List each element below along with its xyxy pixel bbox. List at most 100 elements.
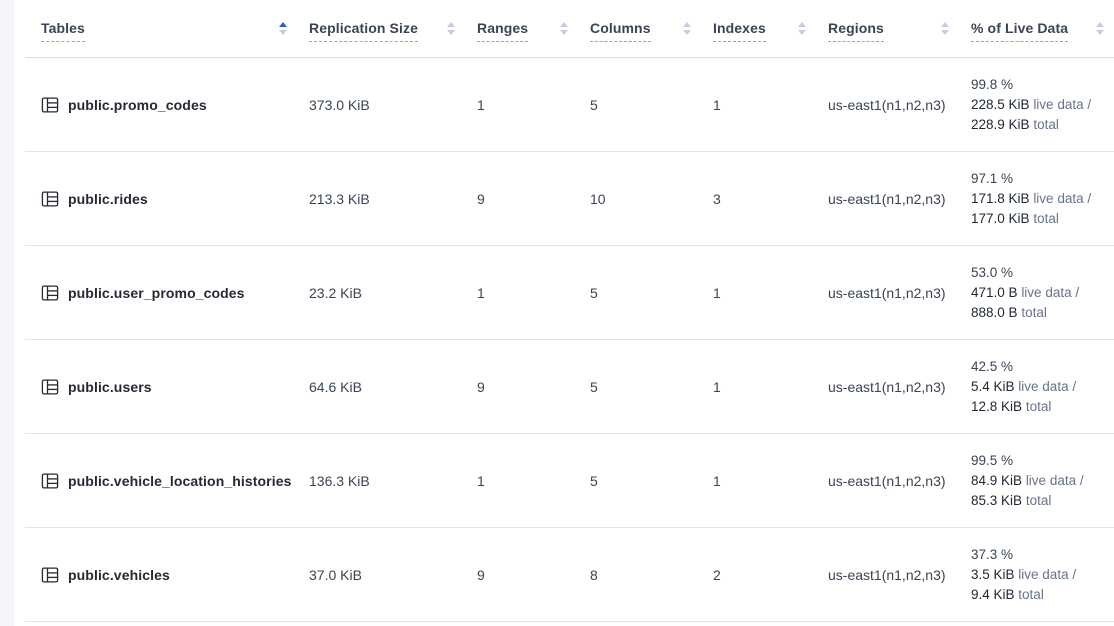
ranges-cell: 9 [465, 379, 578, 395]
table-row: public.vehicle_location_histories 136.3 … [25, 434, 1114, 528]
table-name-cell: public.user_promo_codes [25, 284, 297, 302]
regions-cell: us-east1(n1,n2,n3) [816, 97, 959, 113]
sort-desc-icon [1096, 30, 1104, 35]
live-data-cell: 37.3 % 3.5 KiB live data / 9.4 KiB total [959, 545, 1114, 605]
column-header-label: % of Live Data [971, 20, 1068, 42]
columns-cell: 8 [578, 567, 701, 583]
total-data-line: 9.4 KiB total [971, 585, 1108, 605]
indexes-cell: 3 [701, 191, 816, 207]
live-data-cell: 53.0 % 471.0 B live data / 888.0 B total [959, 263, 1114, 323]
column-header-tables[interactable]: Tables [25, 0, 297, 57]
sort-carets-icon[interactable] [560, 22, 568, 35]
column-header-label: Regions [828, 20, 884, 42]
ranges-cell: 9 [465, 567, 578, 583]
total-data-line: 177.0 KiB total [971, 209, 1108, 229]
table-row: public.promo_codes 373.0 KiB 1 5 1 us-ea… [25, 58, 1114, 152]
ranges-cell: 1 [465, 97, 578, 113]
sort-desc-icon [798, 30, 806, 35]
table-header-row: Tables Replication Size Ranges Columns I… [25, 0, 1114, 58]
table-grid-icon [41, 190, 59, 208]
sort-carets-icon[interactable] [941, 22, 949, 35]
regions-cell: us-east1(n1,n2,n3) [816, 379, 959, 395]
total-data-line: 12.8 KiB total [971, 397, 1108, 417]
table-name-link[interactable]: public.vehicles [68, 567, 170, 583]
sort-carets-icon[interactable] [798, 22, 806, 35]
indexes-cell: 1 [701, 379, 816, 395]
sort-asc-icon [447, 22, 455, 27]
column-header-columns[interactable]: Columns [578, 0, 701, 57]
table-name-cell: public.vehicles [25, 566, 297, 584]
table-grid-icon [41, 96, 59, 114]
sort-asc-icon [560, 22, 568, 27]
live-data-line: 228.5 KiB live data / [971, 95, 1108, 115]
table-grid-icon [41, 284, 59, 302]
live-data-percent: 97.1 % [971, 169, 1108, 189]
column-header-replication-size[interactable]: Replication Size [297, 0, 465, 57]
live-data-cell: 99.8 % 228.5 KiB live data / 228.9 KiB t… [959, 75, 1114, 135]
indexes-cell: 1 [701, 97, 816, 113]
total-data-line: 888.0 B total [971, 303, 1108, 323]
sort-asc-icon [798, 22, 806, 27]
page-left-gutter [0, 0, 14, 626]
sort-asc-icon [941, 22, 949, 27]
column-header-ranges[interactable]: Ranges [465, 0, 578, 57]
column-header-label: Replication Size [309, 20, 418, 42]
sort-asc-icon [279, 22, 287, 27]
regions-cell: us-east1(n1,n2,n3) [816, 191, 959, 207]
table-grid-icon [41, 472, 59, 490]
live-data-cell: 97.1 % 171.8 KiB live data / 177.0 KiB t… [959, 169, 1114, 229]
sort-carets-icon[interactable] [447, 22, 455, 35]
column-header-indexes[interactable]: Indexes [701, 0, 816, 57]
sort-asc-icon [1096, 22, 1104, 27]
total-data-line: 85.3 KiB total [971, 491, 1108, 511]
indexes-cell: 1 [701, 285, 816, 301]
column-header-live-data[interactable]: % of Live Data [959, 0, 1114, 57]
replication-size-cell: 23.2 KiB [297, 285, 465, 301]
table-name-cell: public.promo_codes [25, 96, 297, 114]
table-name-link[interactable]: public.vehicle_location_histories [68, 473, 291, 489]
replication-size-cell: 373.0 KiB [297, 97, 465, 113]
table-name-cell: public.users [25, 378, 297, 396]
indexes-cell: 1 [701, 473, 816, 489]
column-header-label: Ranges [477, 20, 528, 42]
sort-desc-icon [560, 30, 568, 35]
sort-asc-icon [683, 22, 691, 27]
live-data-cell: 99.5 % 84.9 KiB live data / 85.3 KiB tot… [959, 451, 1114, 511]
column-header-label: Tables [41, 20, 85, 42]
table-name-link[interactable]: public.users [68, 379, 152, 395]
sort-desc-icon [683, 30, 691, 35]
live-data-percent: 99.8 % [971, 75, 1108, 95]
ranges-cell: 1 [465, 473, 578, 489]
regions-cell: us-east1(n1,n2,n3) [816, 473, 959, 489]
live-data-cell: 42.5 % 5.4 KiB live data / 12.8 KiB tota… [959, 357, 1114, 417]
sort-desc-icon [447, 30, 455, 35]
table-row: public.vehicles 37.0 KiB 9 8 2 us-east1(… [25, 528, 1114, 622]
regions-cell: us-east1(n1,n2,n3) [816, 285, 959, 301]
replication-size-cell: 213.3 KiB [297, 191, 465, 207]
table-name-link[interactable]: public.promo_codes [68, 97, 207, 113]
replication-size-cell: 136.3 KiB [297, 473, 465, 489]
total-data-line: 228.9 KiB total [971, 115, 1108, 135]
regions-cell: us-east1(n1,n2,n3) [816, 567, 959, 583]
table-name-link[interactable]: public.rides [68, 191, 148, 207]
live-data-line: 171.8 KiB live data / [971, 189, 1108, 209]
column-header-label: Columns [590, 20, 651, 42]
columns-cell: 5 [578, 285, 701, 301]
table-name-cell: public.rides [25, 190, 297, 208]
table-row: public.users 64.6 KiB 9 5 1 us-east1(n1,… [25, 340, 1114, 434]
sort-carets-icon[interactable] [279, 22, 287, 35]
live-data-percent: 42.5 % [971, 357, 1108, 377]
table-grid-icon [41, 566, 59, 584]
table-body: public.promo_codes 373.0 KiB 1 5 1 us-ea… [14, 58, 1114, 622]
table-row: public.user_promo_codes 23.2 KiB 1 5 1 u… [25, 246, 1114, 340]
live-data-percent: 37.3 % [971, 545, 1108, 565]
live-data-percent: 53.0 % [971, 263, 1108, 283]
live-data-line: 3.5 KiB live data / [971, 565, 1108, 585]
table-name-cell: public.vehicle_location_histories [25, 472, 297, 490]
ranges-cell: 1 [465, 285, 578, 301]
sort-carets-icon[interactable] [683, 22, 691, 35]
table-name-link[interactable]: public.user_promo_codes [68, 285, 245, 301]
sort-carets-icon[interactable] [1096, 22, 1104, 35]
column-header-regions[interactable]: Regions [816, 0, 959, 57]
live-data-line: 471.0 B live data / [971, 283, 1108, 303]
